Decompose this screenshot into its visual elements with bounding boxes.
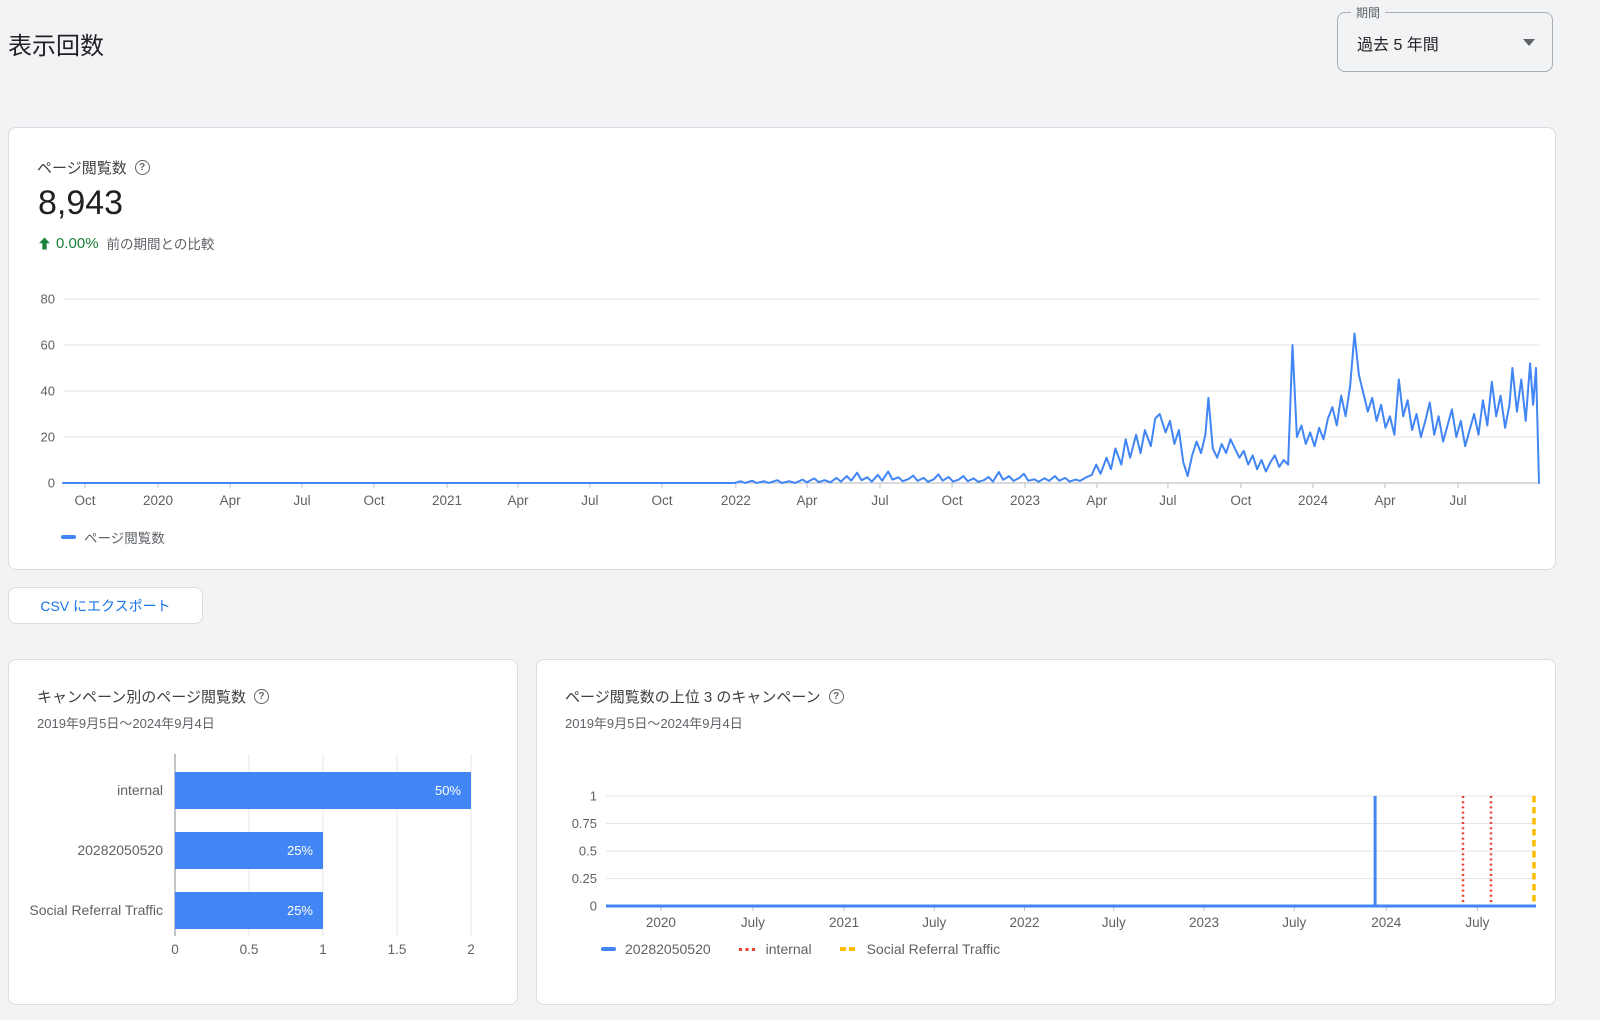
legend-dotted-line-icon (738, 947, 757, 951)
svg-text:internal: internal (117, 782, 163, 798)
pageviews-line-chart: 0 20 40 60 80 Oct 2020 Apr Jul Oct 2021 Apr Jul Oct 20… (41, 292, 1540, 508)
legend-dashed-line-icon (839, 947, 858, 951)
pageviews-delta-caption: 前の期間との比較 (106, 237, 215, 252)
svg-text:Oct: Oct (74, 493, 95, 508)
pageviews-legend-label: ページ閲覧数 (84, 531, 165, 546)
svg-text:July: July (1102, 915, 1126, 930)
page-title: 表示回数 (8, 33, 104, 60)
top-campaigns-legend: 20282050520 internal Social Referral Tra… (601, 941, 1019, 957)
pageviews-card: ページ閲覧数 ? 8,943 0.00% 前の期間との比較 0 20 40 60 80 O… (8, 127, 1556, 570)
period-select[interactable]: 期間 過去 5 年間 (1337, 4, 1553, 72)
svg-text:July: July (1282, 915, 1306, 930)
svg-text:1: 1 (319, 942, 327, 957)
svg-text:0.25: 0.25 (572, 871, 597, 886)
campaign-bar-card: キャンペーン別のページ閲覧数 ? 2019年9月5日〜2024年9月4日 0 0.… (8, 659, 518, 1005)
svg-text:Oct: Oct (651, 493, 672, 508)
svg-text:Jul: Jul (1159, 493, 1176, 508)
svg-text:Apr: Apr (1375, 493, 1397, 508)
top-campaigns-card: ページ閲覧数の上位 3 のキャンペーン ? 2019年9月5日〜2024年9月4… (536, 659, 1556, 1005)
svg-text:20282050520: 20282050520 (77, 842, 163, 858)
legend-label: 20282050520 (625, 941, 711, 957)
svg-text:July: July (1465, 915, 1489, 930)
campaign-bar-chart: 0 0.5 1 1.5 2 50% internal 25% 20282050520 25% Soc… (29, 754, 475, 957)
pageviews-card-title-text: ページ閲覧数 (37, 160, 127, 177)
export-csv-button[interactable]: CSV にエクスポート (8, 587, 203, 624)
svg-text:0.5: 0.5 (240, 942, 259, 957)
period-select-value: 過去 5 年間 (1357, 37, 1439, 54)
svg-text:Social Referral Traffic: Social Referral Traffic (29, 902, 163, 918)
svg-text:Jul: Jul (1449, 493, 1466, 508)
svg-text:Oct: Oct (941, 493, 962, 508)
svg-text:Apr: Apr (508, 493, 530, 508)
svg-text:1.5: 1.5 (388, 942, 407, 957)
svg-text:0: 0 (171, 942, 179, 957)
svg-text:2023: 2023 (1010, 493, 1040, 508)
legend-solid-line-icon (601, 947, 616, 951)
pageviews-delta: 0.00% 前の期間との比較 (38, 233, 214, 253)
svg-text:2022: 2022 (1009, 915, 1039, 930)
svg-text:25%: 25% (287, 843, 313, 858)
pageviews-delta-percent: 0.00% (56, 234, 99, 252)
top-campaigns-card-title: ページ閲覧数の上位 3 のキャンペーン ? (565, 686, 844, 707)
svg-text:60: 60 (41, 338, 55, 353)
svg-text:2: 2 (467, 942, 475, 957)
legend-item: internal (738, 941, 812, 957)
campaign-bar-card-title-text: キャンペーン別のページ閲覧数 (37, 689, 246, 706)
svg-text:Oct: Oct (1230, 493, 1251, 508)
top-campaigns-card-subtitle: 2019年9月5日〜2024年9月4日 (565, 716, 743, 731)
svg-text:July: July (922, 915, 946, 930)
svg-text:80: 80 (41, 292, 55, 307)
legend-label: internal (765, 941, 812, 957)
svg-text:2024: 2024 (1298, 493, 1329, 508)
svg-text:0: 0 (590, 899, 597, 914)
svg-text:July: July (741, 915, 765, 930)
svg-text:2021: 2021 (829, 915, 859, 930)
svg-text:0: 0 (48, 476, 55, 491)
svg-text:Apr: Apr (1086, 493, 1108, 508)
period-select-label: 期間 (1351, 4, 1386, 21)
svg-text:25%: 25% (287, 903, 313, 918)
pageviews-card-title: ページ閲覧数 ? (37, 157, 150, 178)
svg-text:Jul: Jul (581, 493, 598, 508)
legend-label: Social Referral Traffic (866, 941, 1001, 957)
help-icon[interactable]: ? (828, 689, 844, 704)
legend-line-icon (61, 535, 76, 539)
help-icon[interactable]: ? (253, 689, 269, 704)
arrow-up-icon (39, 237, 50, 249)
svg-text:2023: 2023 (1189, 915, 1219, 930)
svg-text:0.5: 0.5 (579, 844, 597, 859)
chevron-down-icon (1523, 39, 1535, 46)
svg-text:Jul: Jul (293, 493, 310, 508)
svg-text:2024: 2024 (1371, 915, 1402, 930)
svg-text:2021: 2021 (432, 493, 462, 508)
top-campaigns-card-title-text: ページ閲覧数の上位 3 のキャンペーン (565, 689, 821, 706)
campaign-bar-card-subtitle: 2019年9月5日〜2024年9月4日 (37, 716, 215, 731)
pageviews-legend: ページ閲覧数 (61, 527, 165, 547)
svg-text:2020: 2020 (646, 915, 676, 930)
svg-text:40: 40 (41, 384, 55, 399)
svg-text:Apr: Apr (797, 493, 819, 508)
top-campaigns-line-chart: 0 0.25 0.5 0.75 1 2020 July 2021 July 2022 July 202… (572, 789, 1536, 930)
pageviews-total: 8,943 (38, 184, 124, 222)
svg-text:2020: 2020 (143, 493, 173, 508)
help-icon[interactable]: ? (134, 160, 150, 175)
campaign-bar-card-title: キャンペーン別のページ閲覧数 ? (37, 686, 269, 707)
svg-text:0.75: 0.75 (572, 816, 597, 831)
svg-text:Jul: Jul (871, 493, 888, 508)
svg-text:Oct: Oct (363, 493, 384, 508)
svg-text:2022: 2022 (721, 493, 751, 508)
svg-text:1: 1 (590, 789, 597, 804)
svg-text:Apr: Apr (220, 493, 242, 508)
legend-item: Social Referral Traffic (839, 941, 1001, 957)
svg-text:20: 20 (41, 430, 55, 445)
legend-item: 20282050520 (601, 941, 711, 957)
svg-text:50%: 50% (435, 783, 461, 798)
